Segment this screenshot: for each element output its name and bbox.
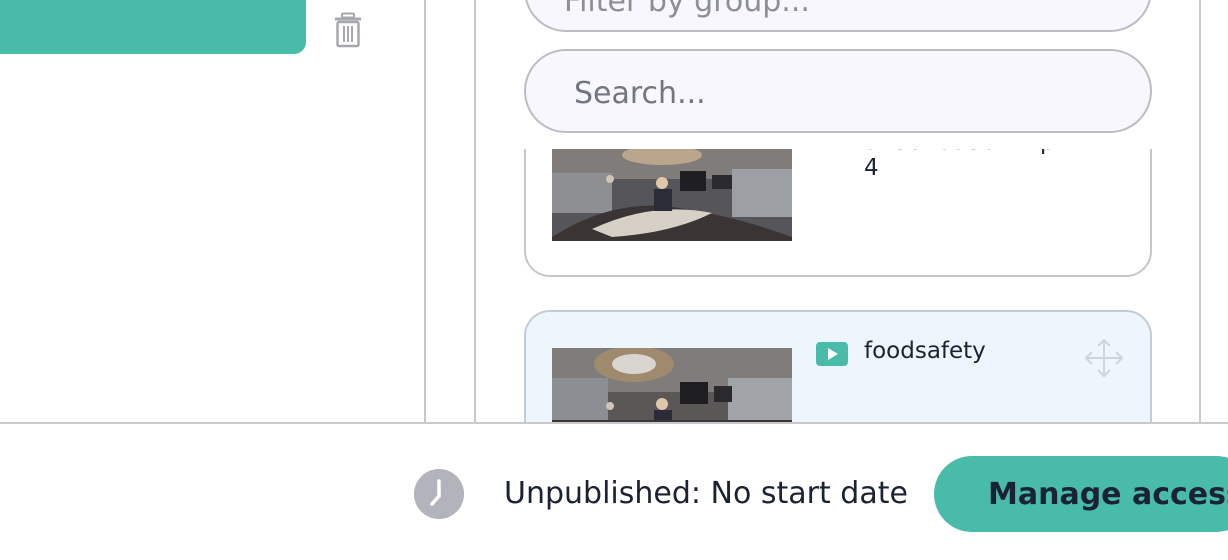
selected-item-card[interactable] (0, 0, 306, 54)
publish-footer: Unpublished: No start date Manage access (0, 422, 1228, 560)
media-card-selected[interactable]: foodsafety (524, 310, 1152, 423)
trash-icon[interactable] (333, 12, 363, 48)
search-input[interactable] (574, 73, 1094, 113)
media-list[interactable]: 3280403861.mp4 foodsafety (500, 149, 1180, 423)
video-thumbnail (552, 149, 792, 241)
media-filename: 3280403861.mp4 (864, 149, 1055, 181)
panel-border-left (474, 0, 476, 423)
search-field[interactable] (524, 49, 1152, 133)
media-card[interactable]: 3280403861.mp4 (524, 149, 1152, 277)
panel-border-right (1199, 0, 1201, 423)
column-divider-left (424, 0, 426, 423)
media-title: foodsafety (864, 338, 986, 364)
video-thumbnail (552, 348, 792, 423)
clock-icon (414, 469, 464, 519)
publish-status: Unpublished: No start date (504, 476, 908, 511)
manage-access-button[interactable]: Manage access (934, 456, 1228, 532)
group-filter-select[interactable]: Filter by group... (524, 0, 1152, 32)
group-filter-placeholder: Filter by group... (564, 0, 810, 19)
play-icon (816, 342, 848, 366)
move-icon[interactable] (1082, 336, 1126, 380)
editor-stage: 3280403861.mp4 foodsafety (0, 0, 1228, 560)
